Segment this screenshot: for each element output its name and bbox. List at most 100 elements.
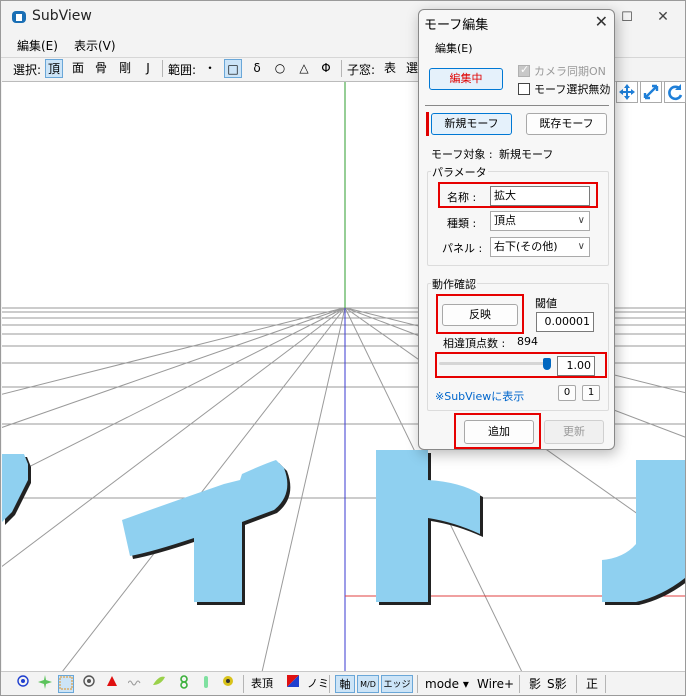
mesh-display-icon[interactable] — [58, 675, 74, 693]
diff-vertex-value: 894 — [517, 335, 538, 348]
front-view-button[interactable]: 正 — [584, 675, 600, 693]
type-select-value: 頂点 — [494, 214, 516, 227]
view-nav-icons — [616, 81, 686, 105]
chevron-down-icon: ∨ — [577, 215, 585, 226]
morph-edit-dialog: モーフ編集 ✕ 編集(E) 編集中 カメラ同期ON モーフ選択無効 新規モーフ … — [418, 9, 615, 450]
maximize-button[interactable]: ☐ — [613, 5, 641, 29]
dialog-menu-edit[interactable]: 編集(E) — [435, 40, 473, 56]
menu-edit[interactable]: 編集(E) — [17, 37, 58, 54]
morph-target-label: モーフ対象 : — [431, 148, 493, 161]
select-joint-button[interactable]: J — [139, 59, 157, 78]
zoom-view-icon[interactable] — [640, 81, 662, 103]
bottom-separator — [417, 675, 418, 693]
range-rect-button[interactable]: □ — [224, 59, 242, 78]
select-vertex-button[interactable]: 頂 — [45, 59, 63, 78]
grid-line — [2, 307, 345, 428]
tab-new-morph[interactable]: 新規モーフ — [431, 113, 512, 135]
point-display-icon[interactable] — [15, 675, 31, 693]
close-button[interactable]: ✕ — [649, 5, 677, 29]
wire-plus-button[interactable]: Wire+ — [477, 675, 514, 693]
range-circle-button[interactable]: ○ — [271, 59, 289, 78]
range-delta-button[interactable]: δ — [248, 59, 266, 78]
highlight-box — [454, 413, 541, 449]
move-view-icon[interactable] — [616, 81, 638, 103]
editing-button[interactable]: 編集中 — [429, 68, 503, 90]
bottom-separator — [243, 675, 244, 693]
select-label: 選択: — [13, 63, 42, 77]
tab-accent-bar — [426, 112, 429, 136]
panel-select-value: 右下(その他) — [494, 240, 558, 253]
range-point-button[interactable]: ・ — [201, 59, 219, 78]
bone-display-icon[interactable] — [81, 675, 97, 693]
bottom-toolbar: 表頂 ノミ 軸 M/D エッジ mode ▾ Wire+ 影 S影 正 — [1, 671, 685, 695]
range-triangle-button[interactable]: △ — [295, 59, 313, 78]
yellow-display-icon[interactable] — [220, 675, 236, 693]
check-group-label: 動作確認 — [431, 276, 477, 292]
wave-display-icon[interactable] — [127, 675, 143, 693]
subview-note: ※SubViewに表示 — [435, 390, 525, 403]
glyph-ru — [602, 460, 685, 602]
threshold-label: 閾値 — [535, 297, 557, 310]
bottom-separator — [519, 675, 520, 693]
toolbar-separator — [162, 60, 163, 77]
rotate-view-icon[interactable] — [664, 81, 686, 103]
show-vertex-button[interactable]: 表頂 — [251, 675, 273, 693]
highlight-box — [436, 294, 524, 334]
spark-display-icon[interactable] — [37, 675, 53, 693]
select-bone-button[interactable]: 骨 — [92, 59, 110, 78]
panel-select[interactable]: 右下(その他) ∨ — [490, 237, 590, 257]
color-swatch-icon[interactable] — [285, 675, 301, 693]
morph-target-value: 新規モーフ — [499, 148, 554, 161]
params-group-label: パラメータ — [431, 164, 488, 180]
chain-display-icon[interactable] — [176, 675, 192, 693]
type-select[interactable]: 頂点 ∨ — [490, 211, 590, 231]
panel-label: パネル : — [442, 242, 483, 255]
dialog-title: モーフ編集 — [424, 18, 489, 33]
type-label: 種類 : — [447, 217, 477, 230]
dialog-close-button[interactable]: ✕ — [595, 12, 608, 31]
checkbox-unchecked-icon — [518, 83, 530, 95]
glyph-to — [376, 450, 480, 602]
diff-vertex-label: 相違頂点数 : — [443, 337, 506, 350]
camera-sync-label: カメラ同期ON — [534, 65, 606, 78]
range-phi-button[interactable]: Φ — [317, 59, 335, 78]
update-button[interactable]: 更新 — [544, 420, 604, 444]
grid-line — [2, 307, 345, 482]
mode-dropdown[interactable]: mode ▾ — [425, 675, 469, 693]
glyph-i — [122, 460, 288, 602]
subview-window: SubView — ☐ ✕ 編集(E) 表示(V) 選択: 頂 面 骨 剛 J … — [0, 0, 686, 696]
md-toggle-button[interactable]: M/D — [357, 675, 379, 693]
triangle-display-icon[interactable] — [104, 675, 120, 693]
window-title: SubView — [32, 8, 92, 24]
self-shadow-button[interactable]: S影 — [547, 675, 567, 693]
range-label: 範囲: — [168, 63, 197, 77]
set-zero-button[interactable]: 0 — [558, 385, 576, 401]
morph-select-disable-checkbox[interactable]: モーフ選択無効 — [518, 81, 610, 97]
menu-view[interactable]: 表示(V) — [74, 37, 116, 54]
app-logo-icon — [11, 9, 27, 25]
threshold-input[interactable]: 0.00001 — [536, 312, 594, 332]
bottom-separator — [605, 675, 606, 693]
camera-sync-checkbox[interactable]: カメラ同期ON — [518, 63, 606, 79]
dialog-divider — [425, 105, 609, 106]
highlight-box — [438, 182, 598, 208]
bottom-separator — [576, 675, 577, 693]
tab-existing-morph[interactable]: 既存モーフ — [526, 113, 607, 135]
child-table-button[interactable]: 表 — [381, 59, 399, 78]
chevron-down-icon: ∨ — [577, 241, 585, 252]
child-window-label: 子窓: — [347, 63, 376, 77]
edge-toggle-button[interactable]: エッジ — [381, 675, 413, 693]
axis-toggle-button[interactable]: 軸 — [335, 675, 355, 693]
shadow-button[interactable]: 影 — [527, 675, 543, 693]
select-face-button[interactable]: 面 — [69, 59, 87, 78]
only-button[interactable]: ノミ — [307, 675, 329, 693]
highlight-box — [435, 352, 607, 378]
toolbar-separator — [341, 60, 342, 77]
leaf-display-icon[interactable] — [151, 675, 167, 693]
grid-line — [2, 307, 345, 568]
set-one-button[interactable]: 1 — [582, 385, 600, 401]
select-rigid-button[interactable]: 剛 — [116, 59, 134, 78]
morph-select-disable-label: モーフ選択無効 — [534, 83, 611, 96]
joint-display-icon[interactable] — [198, 675, 214, 693]
bottom-separator — [329, 675, 330, 693]
